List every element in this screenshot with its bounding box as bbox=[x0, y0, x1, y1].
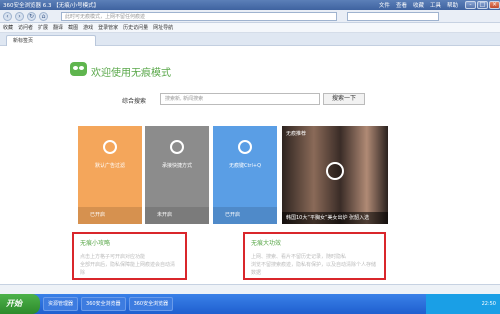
menu-view[interactable]: 查看 bbox=[396, 1, 407, 9]
search-category-select[interactable]: 综合搜索 bbox=[122, 96, 146, 105]
system-tray-clock: 22:50 bbox=[426, 294, 500, 314]
tile-ad-filter[interactable]: 默认广告过滤 已开启 bbox=[78, 126, 142, 224]
page-content: 欢迎使用无痕模式 综合搜索 搜索新, 新闻搜索 搜索一下 默认广告过滤 已开启 … bbox=[0, 46, 500, 284]
fav-item[interactable]: 网址导航 bbox=[153, 24, 173, 31]
fav-item[interactable]: 翻译 bbox=[53, 24, 63, 31]
address-bar: ‹ › ↻ ⌂ 此时可无痕模式，上网不留任何痕迹 bbox=[0, 10, 500, 23]
fav-item[interactable]: 历史访问量 bbox=[123, 24, 148, 31]
close-button[interactable]: × bbox=[489, 1, 500, 9]
taskbar: 开始 资源管理器 360安全浏览器 360安全浏览器 22:50 bbox=[0, 294, 500, 314]
photo-tag: 无痕推荐 bbox=[286, 131, 307, 137]
shortcut-icon bbox=[170, 140, 184, 154]
refresh-icon[interactable]: ↻ bbox=[27, 11, 36, 21]
status-bar bbox=[0, 284, 500, 294]
incognito-mask-icon bbox=[70, 62, 87, 76]
menu-help[interactable]: 帮助 bbox=[447, 1, 458, 9]
maximize-button[interactable]: □ bbox=[477, 1, 488, 9]
fav-item[interactable]: 扩展 bbox=[38, 24, 48, 31]
tile-hotkey[interactable]: 无痕键Ctrl+Q 已开启 bbox=[213, 126, 277, 224]
keyboard-icon bbox=[238, 140, 252, 154]
search-input[interactable]: 搜索新, 新闻搜索 bbox=[160, 93, 320, 105]
home-icon[interactable]: ⌂ bbox=[39, 11, 48, 21]
url-input[interactable]: 此时可无痕模式，上网不留任何痕迹 bbox=[61, 11, 337, 21]
tips-box-guide: 无痕小攻略 点击上方格子可开启对应功能 全部开启后，隐私保障能上网痕迹会自动清除 bbox=[72, 232, 187, 280]
tips-line: 全部开启后，隐私保障能上网痕迹会自动清除 bbox=[80, 262, 176, 276]
toolbar-search-input[interactable] bbox=[347, 11, 439, 21]
page-title: 欢迎使用无痕模式 bbox=[91, 68, 171, 79]
minimize-button[interactable]: - bbox=[465, 1, 476, 9]
forward-icon[interactable]: › bbox=[15, 11, 24, 21]
tab-bar: 新标签页 bbox=[0, 33, 500, 46]
tips-title: 无痕小攻略 bbox=[80, 240, 111, 247]
favorites-bar: 收藏 访问者 扩展 翻译 截图 游戏 登录管家 历史访问量 网址导航 bbox=[0, 23, 500, 33]
menu-file[interactable]: 文件 bbox=[379, 1, 390, 9]
tips-line: 点击上方格子可开启对应功能 bbox=[80, 254, 146, 260]
tile-label: 默认广告过滤 bbox=[94, 163, 125, 169]
tile-label: 无痕键Ctrl+Q bbox=[228, 163, 262, 169]
tile-status: 已开启 bbox=[213, 207, 277, 224]
recommend-video[interactable]: 无痕推荐 韩国10大“平胸女”美女出炉 张韶入选 bbox=[282, 126, 388, 224]
start-button[interactable]: 开始 bbox=[0, 294, 40, 314]
tile-shortcuts[interactable]: 承接快捷方式 未开启 bbox=[145, 126, 209, 224]
play-icon[interactable] bbox=[326, 162, 344, 180]
fav-item[interactable]: 访问者 bbox=[18, 24, 33, 31]
tile-status: 未开启 bbox=[145, 207, 209, 224]
taskbar-item[interactable]: 360安全浏览器 bbox=[128, 297, 174, 311]
title-bar: 360安全浏览器 6.3 【无痕/小号模式】 文件 查看 收藏 工具 帮助 - … bbox=[0, 0, 500, 10]
taskbar-item[interactable]: 资源管理器 bbox=[43, 297, 79, 311]
fav-item[interactable]: 游戏 bbox=[83, 24, 93, 31]
menu-bar: 文件 查看 收藏 工具 帮助 bbox=[379, 1, 458, 9]
window-title: 360安全浏览器 6.3 【无痕/小号模式】 bbox=[3, 3, 100, 9]
tile-label: 承接快捷方式 bbox=[161, 163, 192, 169]
search-button[interactable]: 搜索一下 bbox=[323, 93, 365, 105]
block-icon bbox=[103, 140, 117, 154]
tile-status: 已开启 bbox=[78, 207, 142, 224]
tab-new[interactable]: 新标签页 bbox=[6, 35, 96, 46]
tips-title: 无痕大功效 bbox=[251, 240, 282, 247]
taskbar-item[interactable]: 360安全浏览器 bbox=[81, 297, 126, 311]
menu-tools[interactable]: 工具 bbox=[430, 1, 441, 9]
photo-caption[interactable]: 韩国10大“平胸女”美女出炉 张韶入选 bbox=[282, 212, 388, 224]
fav-item[interactable]: 收藏 bbox=[3, 24, 13, 31]
menu-favorites[interactable]: 收藏 bbox=[413, 1, 424, 9]
fav-item[interactable]: 截图 bbox=[68, 24, 78, 31]
back-icon[interactable]: ‹ bbox=[3, 11, 12, 21]
tips-box-effects: 无痕大功效 上网、搜索、看片不留历史记录，随时隐私 浏览不留搜索痕迹，隐私有保护… bbox=[243, 232, 386, 280]
tips-line: 浏览不留搜索痕迹，隐私有保护，以及自动清除个人存储数据 bbox=[251, 262, 377, 276]
fav-item[interactable]: 登录管家 bbox=[98, 24, 118, 31]
tips-line: 上网、搜索、看片不留历史记录，随时隐私 bbox=[251, 254, 347, 260]
